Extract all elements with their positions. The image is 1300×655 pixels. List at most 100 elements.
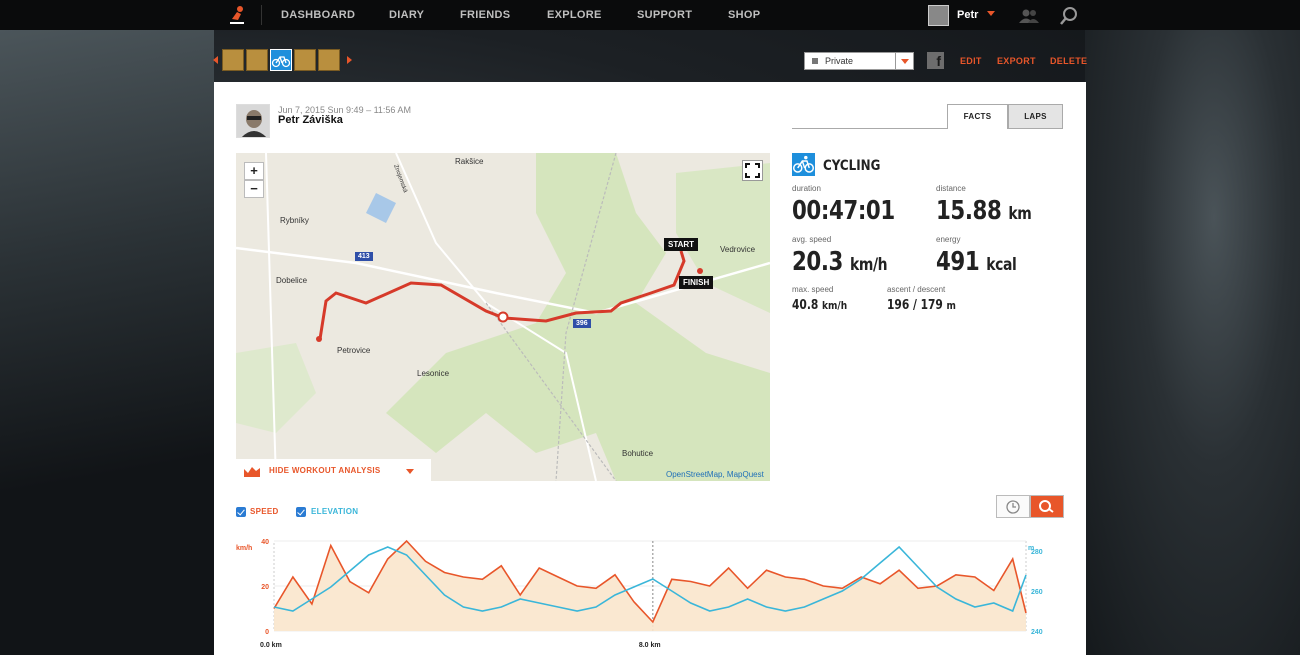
map-place-label: Vedrovice	[720, 245, 756, 254]
energy-number: 491	[936, 247, 980, 277]
y-right-tick-label: 240	[1031, 629, 1043, 636]
clock-icon	[1006, 500, 1020, 514]
tab-facts[interactable]: FACTS	[947, 104, 1008, 129]
elevation-checkbox-label[interactable]: ELEVATION	[311, 507, 358, 516]
speed-elevation-chart[interactable]: km/h 40 20 0 m 280 260 240 0.0 km 8.0 km	[236, 535, 1066, 655]
map-canvas[interactable]	[236, 153, 770, 481]
speed-checkbox-label[interactable]: SPEED	[250, 507, 279, 516]
chevron-down-icon	[406, 469, 414, 474]
road-number-badge: 396	[573, 319, 591, 328]
next-workout-arrow-icon[interactable]	[347, 56, 352, 64]
edit-button[interactable]: EDIT	[960, 56, 982, 66]
map-place-label: Dobelice	[276, 276, 308, 285]
workout-thumb[interactable]	[222, 49, 244, 71]
sport-title: CYCLING	[823, 158, 881, 174]
elevation-checkbox[interactable]	[296, 507, 306, 517]
workout-person-name[interactable]: Petr Záviška	[278, 114, 343, 126]
zoom-out-button[interactable]: −	[244, 180, 264, 198]
distance-axis-button[interactable]	[1030, 495, 1064, 518]
tab-underline	[792, 128, 947, 129]
friends-icon[interactable]	[1018, 8, 1040, 24]
avg-speed-number: 20.3	[792, 247, 843, 277]
map-place-label: Rybníky	[280, 216, 309, 225]
y-right-tick-label: 260	[1031, 589, 1043, 596]
nav-diary[interactable]: DIARY	[389, 9, 424, 21]
nav-dashboard[interactable]: DASHBOARD	[281, 9, 355, 21]
map-place-label: Bohutice	[622, 449, 654, 458]
energy-value: 491 kcal	[936, 247, 1017, 277]
ascent-value: 196 / 179 m	[887, 298, 956, 313]
speed-checkbox[interactable]	[236, 507, 246, 517]
hide-workout-analysis-toggle[interactable]: HIDE WORKOUT ANALYSIS	[236, 459, 431, 481]
start-marker[interactable]: START	[664, 238, 699, 251]
distance-label: distance	[936, 184, 966, 193]
y-left-unit-label: km/h	[236, 545, 252, 552]
y-right-tick-label: 280	[1031, 549, 1043, 556]
distance-number: 15.88	[936, 196, 1002, 226]
privacy-select[interactable]: Private	[804, 52, 914, 70]
workout-thumb[interactable]	[294, 49, 316, 71]
workout-thumb[interactable]	[318, 49, 340, 71]
max-speed-label: max. speed	[792, 285, 834, 294]
nav-friends[interactable]: FRIENDS	[460, 9, 510, 21]
delete-button[interactable]: DELETE	[1050, 56, 1087, 66]
max-speed-number: 40.8	[792, 298, 819, 313]
map-place-label: Rakšice	[455, 157, 484, 166]
map-place-label: Lesonice	[417, 369, 450, 378]
avg-speed-unit: km/h	[849, 255, 888, 275]
duration-value: 00:47:01	[792, 196, 895, 226]
ascent-unit: m	[946, 299, 956, 312]
x-tick-label: 8.0 km	[639, 642, 661, 649]
map-attribution-link[interactable]: OpenStreetMap, MapQuest	[666, 470, 764, 479]
energy-label: energy	[936, 235, 961, 244]
user-avatar[interactable]	[928, 5, 949, 26]
cycling-icon	[792, 153, 815, 176]
app-logo-icon[interactable]	[226, 4, 248, 26]
ascent-number: 196 / 179	[887, 298, 943, 313]
user-menu-caret-icon[interactable]	[987, 11, 995, 16]
workout-thumb[interactable]	[246, 49, 268, 71]
distance-icon	[1039, 500, 1054, 513]
search-icon[interactable]	[1059, 6, 1079, 26]
privacy-value: Private	[825, 56, 854, 66]
nav-divider	[261, 5, 262, 25]
top-navigation-bar: DASHBOARD DIARY FRIENDS EXPLORE SUPPORT …	[0, 0, 1300, 30]
nav-support[interactable]: SUPPORT	[637, 9, 692, 21]
map-place-label: Petrovice	[337, 346, 371, 355]
max-speed-unit: km/h	[822, 299, 848, 312]
person-portrait-icon	[237, 105, 269, 137]
background-left	[0, 30, 214, 655]
distance-value: 15.88 km	[936, 196, 1032, 226]
duration-label: duration	[792, 184, 821, 193]
x-tick-label: 0.0 km	[260, 642, 282, 649]
tab-laps[interactable]: LAPS	[1008, 104, 1063, 129]
hide-analysis-label: HIDE WORKOUT ANALYSIS	[269, 466, 381, 475]
expand-icon	[745, 163, 760, 178]
avg-speed-label: avg. speed	[792, 235, 832, 244]
facebook-share-icon[interactable]: f	[927, 52, 944, 69]
nav-shop[interactable]: SHOP	[728, 9, 760, 21]
distance-unit: km	[1008, 204, 1032, 224]
y-left-tick-label: 0	[265, 629, 269, 636]
prev-workout-arrow-icon[interactable]	[213, 56, 218, 64]
nav-explore[interactable]: EXPLORE	[547, 9, 602, 21]
time-axis-button[interactable]	[996, 495, 1030, 518]
route-map[interactable]	[236, 153, 770, 481]
zoom-in-button[interactable]: +	[244, 162, 264, 180]
avg-speed-value: 20.3 km/h	[792, 247, 888, 277]
finish-marker[interactable]: FINISH	[679, 276, 714, 289]
chart-icon	[244, 467, 260, 477]
fullscreen-button[interactable]	[742, 160, 763, 181]
workout-thumb-active[interactable]	[270, 49, 292, 71]
y-left-tick-label: 20	[261, 584, 269, 591]
background-right	[1085, 30, 1300, 655]
export-button[interactable]: EXPORT	[997, 56, 1036, 66]
lock-icon	[812, 58, 818, 64]
bicycle-icon	[271, 56, 291, 68]
user-name[interactable]: Petr	[957, 9, 978, 21]
chart-svg[interactable]: km/h40200m2802602400.0 km 8.0 km	[236, 535, 1066, 655]
y-left-tick-label: 40	[261, 539, 269, 546]
ascent-label: ascent / descent	[887, 285, 946, 294]
profile-avatar[interactable]	[236, 104, 270, 138]
energy-unit: kcal	[986, 255, 1017, 275]
